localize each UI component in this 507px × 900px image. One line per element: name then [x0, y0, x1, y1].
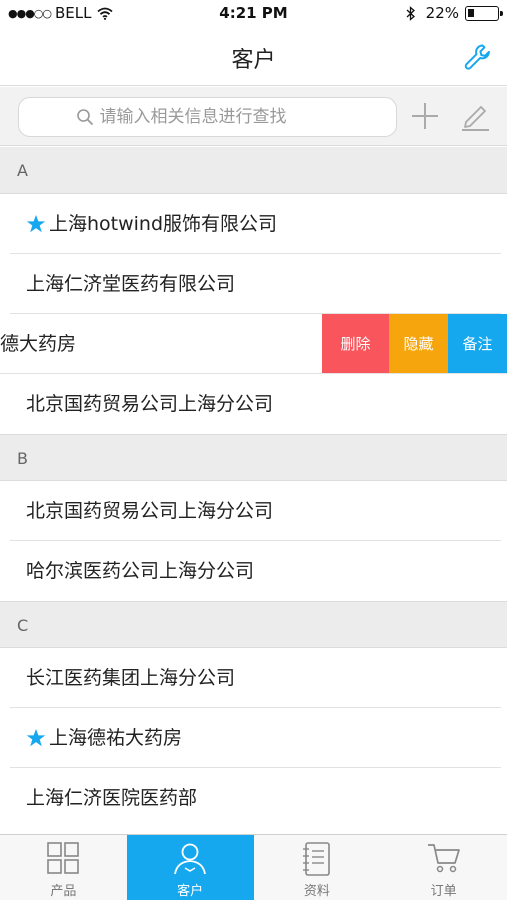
tab-bar: 产品 客户 资料 订单 — [0, 834, 507, 900]
battery-percent: 22% — [425, 4, 459, 22]
list-item[interactable]: 上海hotwind服饰有限公司 — [0, 194, 507, 254]
customer-name: 上海仁济医院医药部 — [26, 787, 198, 809]
grid-icon — [47, 842, 80, 874]
tab-products[interactable]: 产品 — [0, 835, 127, 900]
battery-icon — [465, 5, 503, 21]
list-item[interactable]: 上海仁济医院医药部 — [0, 768, 507, 828]
cart-icon — [427, 844, 460, 873]
list-item[interactable]: 上海德祐大药房 — [0, 708, 507, 768]
tab-customers[interactable]: 客户 — [126, 835, 254, 900]
list-item[interactable]: 长江医药集团上海分公司 — [0, 648, 507, 708]
bluetooth-icon — [406, 5, 415, 21]
star-icon — [26, 215, 46, 233]
star-icon — [26, 729, 46, 747]
nav-bar: 客户 — [0, 26, 507, 86]
battery-level — [468, 8, 474, 17]
customer-name: 德大药房 — [0, 333, 77, 355]
customer-name: 上海德祐大药房 — [49, 727, 183, 749]
search-bar — [0, 87, 507, 146]
tab-label: 订单 — [430, 884, 457, 899]
note-button[interactable]: 备注 — [448, 314, 507, 373]
tab-label: 产品 — [50, 884, 77, 899]
search-icon — [76, 109, 93, 125]
customer-name: 哈尔滨医药公司上海分公司 — [26, 560, 255, 582]
page-title: 客户 — [231, 48, 276, 73]
customer-name: 上海hotwind服饰有限公司 — [49, 213, 278, 235]
notebook-icon — [302, 842, 330, 876]
customer-name: 上海仁济堂医药有限公司 — [26, 273, 236, 295]
search-box[interactable] — [18, 97, 397, 137]
tab-orders[interactable]: 订单 — [380, 835, 507, 900]
customer-list: A 上海hotwind服饰有限公司 上海仁济堂医药有限公司 德大药房 删除 隐藏… — [0, 147, 507, 828]
delete-button[interactable]: 删除 — [322, 314, 389, 373]
person-icon — [174, 843, 207, 875]
status-bar: ●●●○○ BELL 4:21 PM 22% — [0, 0, 507, 26]
tab-label: 资料 — [303, 884, 330, 899]
section-header-a: A — [0, 147, 507, 194]
customer-name: 长江医药集团上海分公司 — [26, 667, 236, 689]
list-item[interactable]: 北京国药贸易公司上海分公司 — [0, 481, 507, 541]
edit-icon[interactable] — [458, 99, 492, 133]
search-input[interactable] — [99, 107, 340, 127]
hide-button[interactable]: 隐藏 — [389, 314, 448, 373]
list-item[interactable]: 北京国药贸易公司上海分公司 — [0, 374, 507, 434]
list-item-swiped[interactable]: 德大药房 删除 隐藏 备注 — [0, 314, 507, 374]
list-item[interactable]: 上海仁济堂医药有限公司 — [0, 254, 507, 314]
wrench-icon[interactable] — [463, 42, 493, 72]
add-icon[interactable] — [408, 99, 442, 133]
section-header-b: B — [0, 434, 507, 481]
section-header-c: C — [0, 601, 507, 648]
customer-name: 北京国药贸易公司上海分公司 — [26, 393, 274, 415]
tab-materials[interactable]: 资料 — [254, 835, 381, 900]
tab-label: 客户 — [177, 884, 204, 899]
customer-name: 北京国药贸易公司上海分公司 — [26, 500, 274, 522]
list-item[interactable]: 哈尔滨医药公司上海分公司 — [0, 541, 507, 601]
